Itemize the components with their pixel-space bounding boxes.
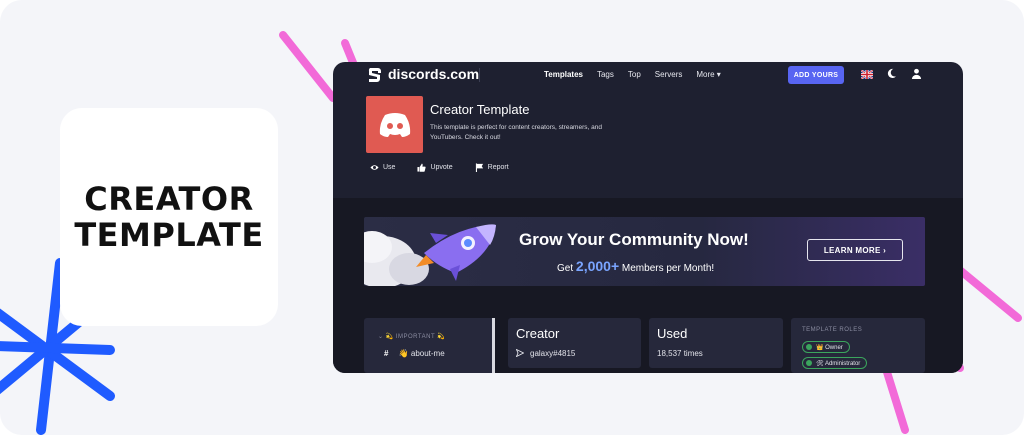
template-icon [366,96,423,153]
channel-scrollbar[interactable] [492,318,495,373]
dark-mode-moon-icon[interactable] [886,68,897,79]
rocket-illustration-icon [364,224,496,286]
channel-list-panel: ⌄ 💫 IMPORTANT 💫 # 👋 about-me [364,318,495,373]
report-label: Report [487,164,509,171]
role-label: 👑 Owner [816,344,843,351]
send-icon [515,348,525,358]
thumbs-up-icon [417,163,427,172]
nav-divider [479,68,480,82]
banner-sub-prefix: Get [557,263,574,274]
eye-icon [370,165,379,170]
website-screenshot: discords.com Templates Tags Top Servers … [333,62,963,373]
template-title: Creator Template [430,102,530,117]
template-roles-panel: TEMPLATE ROLES 👑 Owner 🛠 Administrator [791,318,925,373]
banner-subline: Get 2,000+ Members per Month! [557,258,714,274]
learn-more-button[interactable]: LEARN MORE › [807,239,903,261]
role-label: 🛠 Administrator [816,360,861,367]
channel-item[interactable]: # 👋 about-me [384,349,445,358]
discord-logo-icon [379,112,410,137]
flag-icon [475,163,483,172]
use-button[interactable]: Use [370,163,395,172]
add-yours-button[interactable]: ADD YOURS [788,66,844,84]
discords-logo-icon [368,68,381,82]
poster-title-line2: TEMPLATE [74,216,264,254]
nav-tags[interactable]: Tags [597,70,614,79]
poster-title-line1: CREATOR [84,180,254,218]
creator-value[interactable]: galaxy#4815 [530,349,575,358]
report-button[interactable]: Report [475,163,509,172]
site-logo[interactable]: discords.com [367,66,479,82]
used-card: Used 18,537 times [649,318,783,368]
nav-more[interactable]: More ▾ [696,70,720,79]
nav-templates[interactable]: Templates [544,70,583,79]
used-value: 18,537 times [657,349,703,358]
logo-text: discords.com [388,66,480,82]
user-account-icon[interactable] [911,68,922,79]
template-actions: Use Upvote Report [370,163,531,172]
hash-icon: # [384,349,389,358]
banner-headline: Grow Your Community Now! [519,230,749,249]
upvote-label: Upvote [430,164,453,171]
creator-card: Creator galaxy#4815 [508,318,641,368]
nav-links: Templates Tags Top Servers More ▾ [544,70,735,79]
template-description: This template is perfect for content cre… [430,124,602,141]
banner-sub-suffix: Members per Month! [621,263,715,274]
channel-category[interactable]: ⌄ 💫 IMPORTANT 💫 [378,333,445,340]
uk-flag-icon[interactable] [861,70,873,79]
nav-top[interactable]: Top [628,70,641,79]
creator-value-row: galaxy#4815 [515,348,575,358]
top-navbar: discords.com Templates Tags Top Servers … [333,62,963,88]
used-heading: Used [657,326,688,341]
title-card: CREATOR TEMPLATE [60,108,278,326]
channel-name: 👋 about-me [398,349,445,358]
role-dot-icon [806,344,812,350]
banner-sub-highlight: 2,000+ [575,258,620,274]
use-label: Use [383,164,396,171]
poster-canvas: CREATOR TEMPLATE discords.com Templates … [0,0,1024,435]
creator-heading: Creator [516,326,560,341]
upvote-button[interactable]: Upvote [417,163,453,172]
role-badge: 👑 Owner [802,341,850,353]
promo-banner[interactable]: Grow Your Community Now! Get 2,000+ Memb… [364,217,925,286]
role-dot-icon [806,360,812,366]
role-badge: 🛠 Administrator [802,357,868,369]
roles-heading: TEMPLATE ROLES [802,327,863,333]
nav-servers[interactable]: Servers [655,70,683,79]
